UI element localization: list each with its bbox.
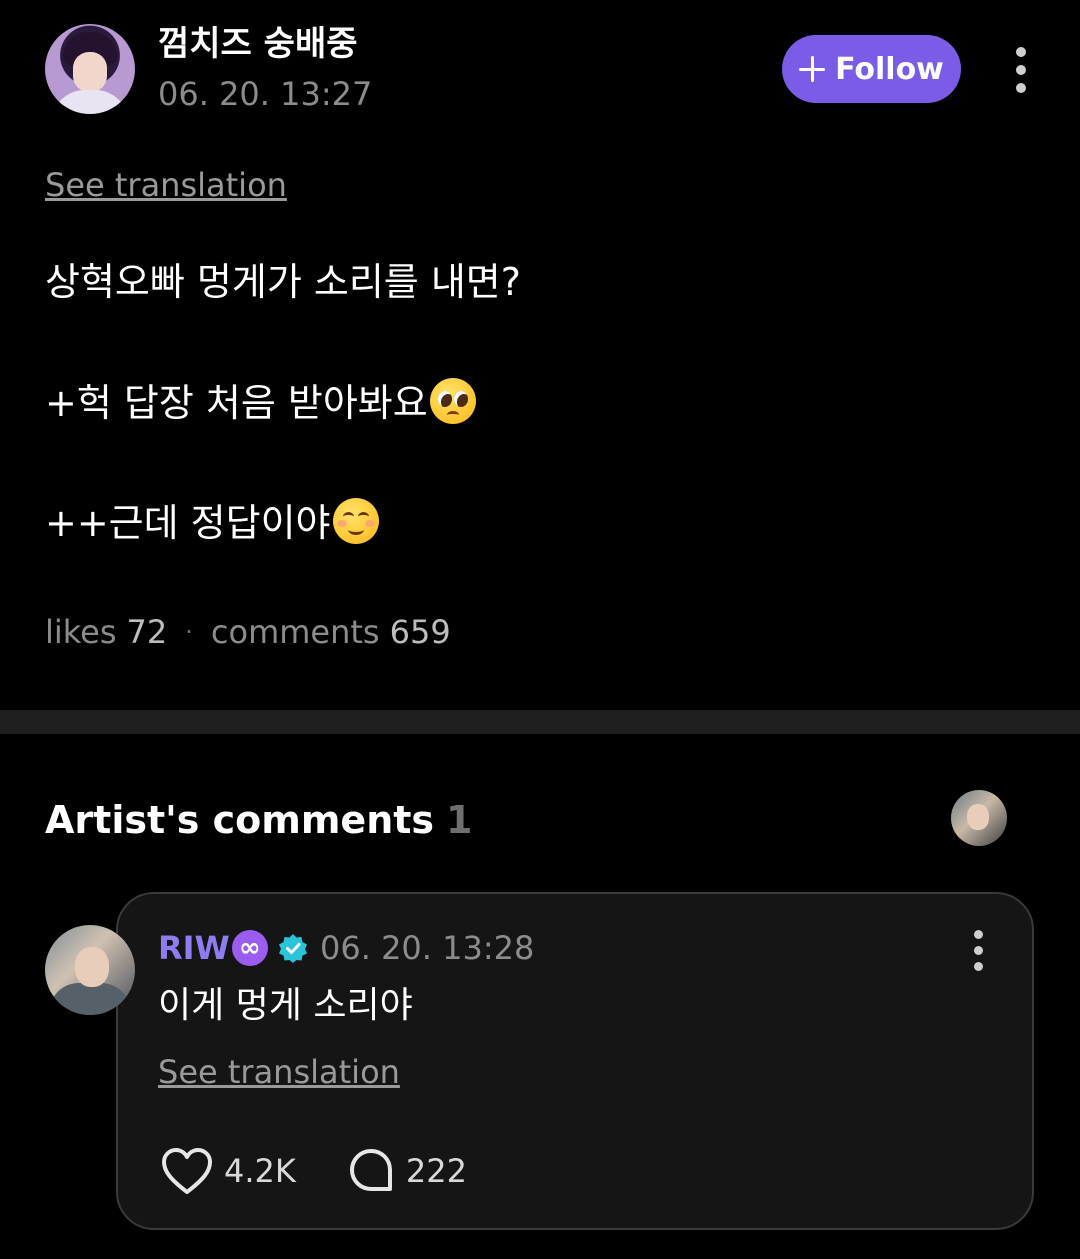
- heart-icon: [162, 1148, 212, 1194]
- comment-bubble-icon: [349, 1149, 392, 1191]
- commenter-name[interactable]: RIW ∞: [158, 928, 308, 968]
- stats-separator: ·: [185, 618, 193, 646]
- infinity-badge-icon: ∞: [231, 930, 268, 966]
- author-avatar[interactable]: [45, 24, 135, 114]
- emoji-cheek: [336, 520, 347, 527]
- like-count: 4.2K: [224, 1152, 296, 1190]
- dot: [1016, 65, 1026, 75]
- reply-count: 222: [405, 1152, 467, 1190]
- emoji-cheek: [364, 520, 375, 527]
- post-text: +헉 답장 처음 받아봐요: [45, 381, 428, 425]
- dot: [1016, 47, 1026, 57]
- post-stats: likes 72 · comments 659: [45, 612, 451, 652]
- follow-button[interactable]: Follow: [782, 35, 961, 103]
- emoji-eye: [453, 391, 468, 407]
- reply-button[interactable]: 222: [346, 1146, 467, 1196]
- dot: [973, 930, 983, 939]
- comment-see-translation-link[interactable]: See translation: [158, 1053, 400, 1091]
- emoji-mouth: [347, 524, 364, 535]
- comment-timestamp: 06. 20. 13:28: [320, 929, 535, 967]
- avatar-face: [73, 52, 107, 92]
- follow-button-label: Follow: [835, 51, 944, 87]
- likes-label[interactable]: likes: [45, 612, 117, 652]
- emoji-eye: [437, 391, 452, 407]
- post-header: 껌치즈 숭배중 06. 20. 13:27 Follow: [0, 0, 1080, 140]
- comments-label[interactable]: comments: [211, 612, 380, 652]
- author-name[interactable]: 껌치즈 숭배중: [158, 22, 358, 66]
- artist-comments-heading: Artist's comments: [45, 798, 435, 842]
- likes-count[interactable]: 72: [127, 612, 168, 652]
- post-text: 상혁오빠 멍게가 소리를 내면?: [45, 260, 521, 304]
- avatar-face: [75, 947, 109, 987]
- verified-badge-icon: [278, 934, 307, 963]
- pleading-face-emoji: [429, 378, 476, 424]
- plus-icon: [799, 56, 826, 82]
- avatar-shoulders: [51, 90, 129, 114]
- post-more-options-icon[interactable]: [1011, 47, 1031, 93]
- artist-comments-count: 1: [446, 798, 473, 842]
- avatar-face: [967, 804, 989, 830]
- post-text-line-1: 상혁오빠 멍게가 소리를 내면?: [45, 258, 521, 306]
- dot: [1016, 83, 1026, 93]
- post-text-line-2: +헉 답장 처음 받아봐요: [45, 378, 476, 427]
- like-button[interactable]: 4.2K: [160, 1146, 296, 1196]
- comment-text: 이게 멍게 소리야: [158, 985, 413, 1026]
- emoji-mouth: [446, 411, 459, 419]
- post-text-line-3: ++근데 정답이야: [45, 498, 379, 547]
- section-divider: [0, 710, 1080, 734]
- post-text: ++근데 정답이야: [45, 501, 331, 545]
- commenter-name-text: RIW: [158, 929, 230, 967]
- artist-avatar-thumbnail[interactable]: [951, 790, 1007, 846]
- artist-comments-title: Artist's comments 1: [45, 796, 473, 844]
- post-timestamp: 06. 20. 13:27: [158, 75, 373, 113]
- avatar-scarf: [49, 983, 131, 1015]
- smiling-face-emoji: [332, 498, 379, 544]
- dot: [973, 962, 983, 971]
- dot: [973, 946, 983, 955]
- comment-actions: 4.2K 222: [160, 1144, 467, 1198]
- post-see-translation-link[interactable]: See translation: [45, 166, 287, 204]
- commenter-avatar[interactable]: [45, 925, 135, 1015]
- comment-more-options-icon[interactable]: [968, 930, 988, 971]
- comments-count[interactable]: 659: [390, 612, 451, 652]
